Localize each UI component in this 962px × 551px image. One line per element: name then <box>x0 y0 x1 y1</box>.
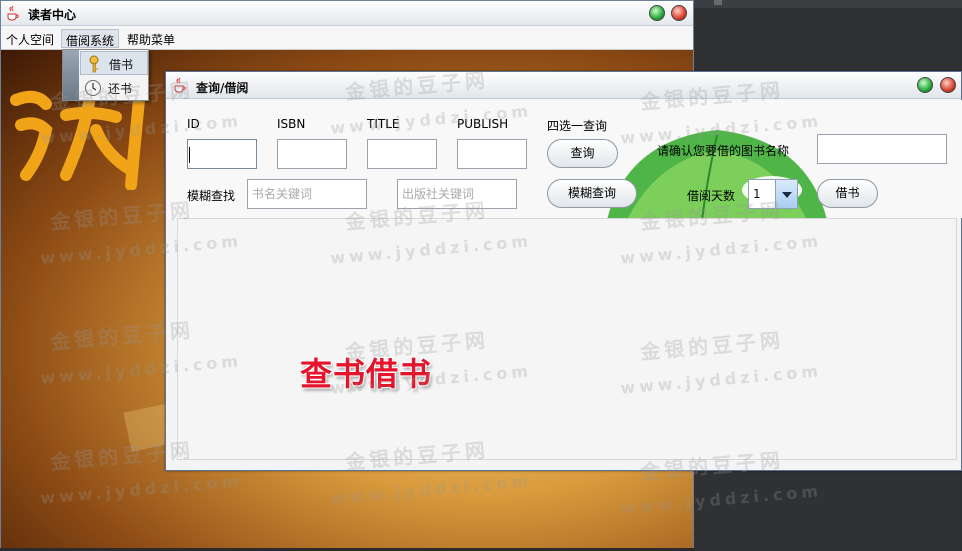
text-caret <box>189 147 190 163</box>
menu-help[interactable]: 帮助菜单 <box>123 29 179 48</box>
publish-input[interactable] <box>457 139 527 169</box>
menu-borrow-system[interactable]: 借阅系统 <box>61 29 120 48</box>
minimize-button[interactable] <box>649 5 665 21</box>
label-publish: PUBLISH <box>457 117 509 131</box>
dropdown-label-borrow: 借书 <box>109 58 134 72</box>
isbn-input[interactable] <box>277 139 347 169</box>
ide-top-strip <box>694 0 962 8</box>
dropdown-label-return: 还书 <box>108 82 133 96</box>
dropdown-item-borrow[interactable]: 借书 <box>80 51 148 75</box>
label-confirm-book-name: 请确认您要借的图书名称 <box>657 144 790 158</box>
clock-icon <box>85 80 101 96</box>
label-choose-one: 四选一查询 <box>547 119 608 133</box>
query-close-button[interactable] <box>940 77 956 93</box>
java-cup-icon <box>174 77 186 93</box>
query-button[interactable]: 查询 <box>547 139 618 168</box>
close-button[interactable] <box>671 5 687 21</box>
ide-tab-icon <box>714 0 722 5</box>
menu-bar: 个人空间 借阅系统 帮助菜单 <box>1 26 693 50</box>
label-title: TITLE <box>367 117 400 131</box>
results-table-area: 查书借书 <box>177 218 957 460</box>
label-id: ID <box>187 117 200 131</box>
query-minimize-button[interactable] <box>917 77 933 93</box>
java-cup-icon <box>7 5 19 21</box>
query-window-title: 查询/借阅 <box>196 81 249 95</box>
confirm-book-name-input[interactable] <box>817 134 947 164</box>
key-icon <box>89 55 99 73</box>
chevron-down-icon[interactable] <box>775 180 797 208</box>
main-window-title: 读者中心 <box>28 8 77 22</box>
label-isbn: ISBN <box>277 117 306 131</box>
dropdown-side-strip <box>63 50 79 100</box>
book-keyword-input[interactable] <box>247 179 367 209</box>
main-title-bar: 读者中心 <box>1 1 693 26</box>
label-fuzzy-search: 模糊查找 <box>187 189 236 203</box>
title-input[interactable] <box>367 139 437 169</box>
fuzzy-query-button[interactable]: 模糊查询 <box>547 179 637 208</box>
query-borrow-window: 查询/借阅 ID ISBN TITLE PUBLISH 四选一查询 查询 请确认… <box>165 71 962 471</box>
borrow-button[interactable]: 借书 <box>817 179 878 208</box>
query-title-bar: 查询/借阅 <box>166 72 961 99</box>
id-input[interactable] <box>187 139 257 169</box>
dropdown-item-return[interactable]: 还书 <box>80 76 148 100</box>
label-borrow-days: 借阅天数 <box>687 189 736 203</box>
find-borrow-caption: 查书借书 <box>300 355 433 393</box>
borrow-days-value: 1 <box>753 187 761 201</box>
menu-personal-space[interactable]: 个人空间 <box>2 29 58 48</box>
borrow-days-select[interactable]: 1 <box>748 179 798 209</box>
borrow-system-dropdown: 借书 还书 <box>62 49 149 101</box>
publisher-keyword-input[interactable] <box>397 179 517 209</box>
